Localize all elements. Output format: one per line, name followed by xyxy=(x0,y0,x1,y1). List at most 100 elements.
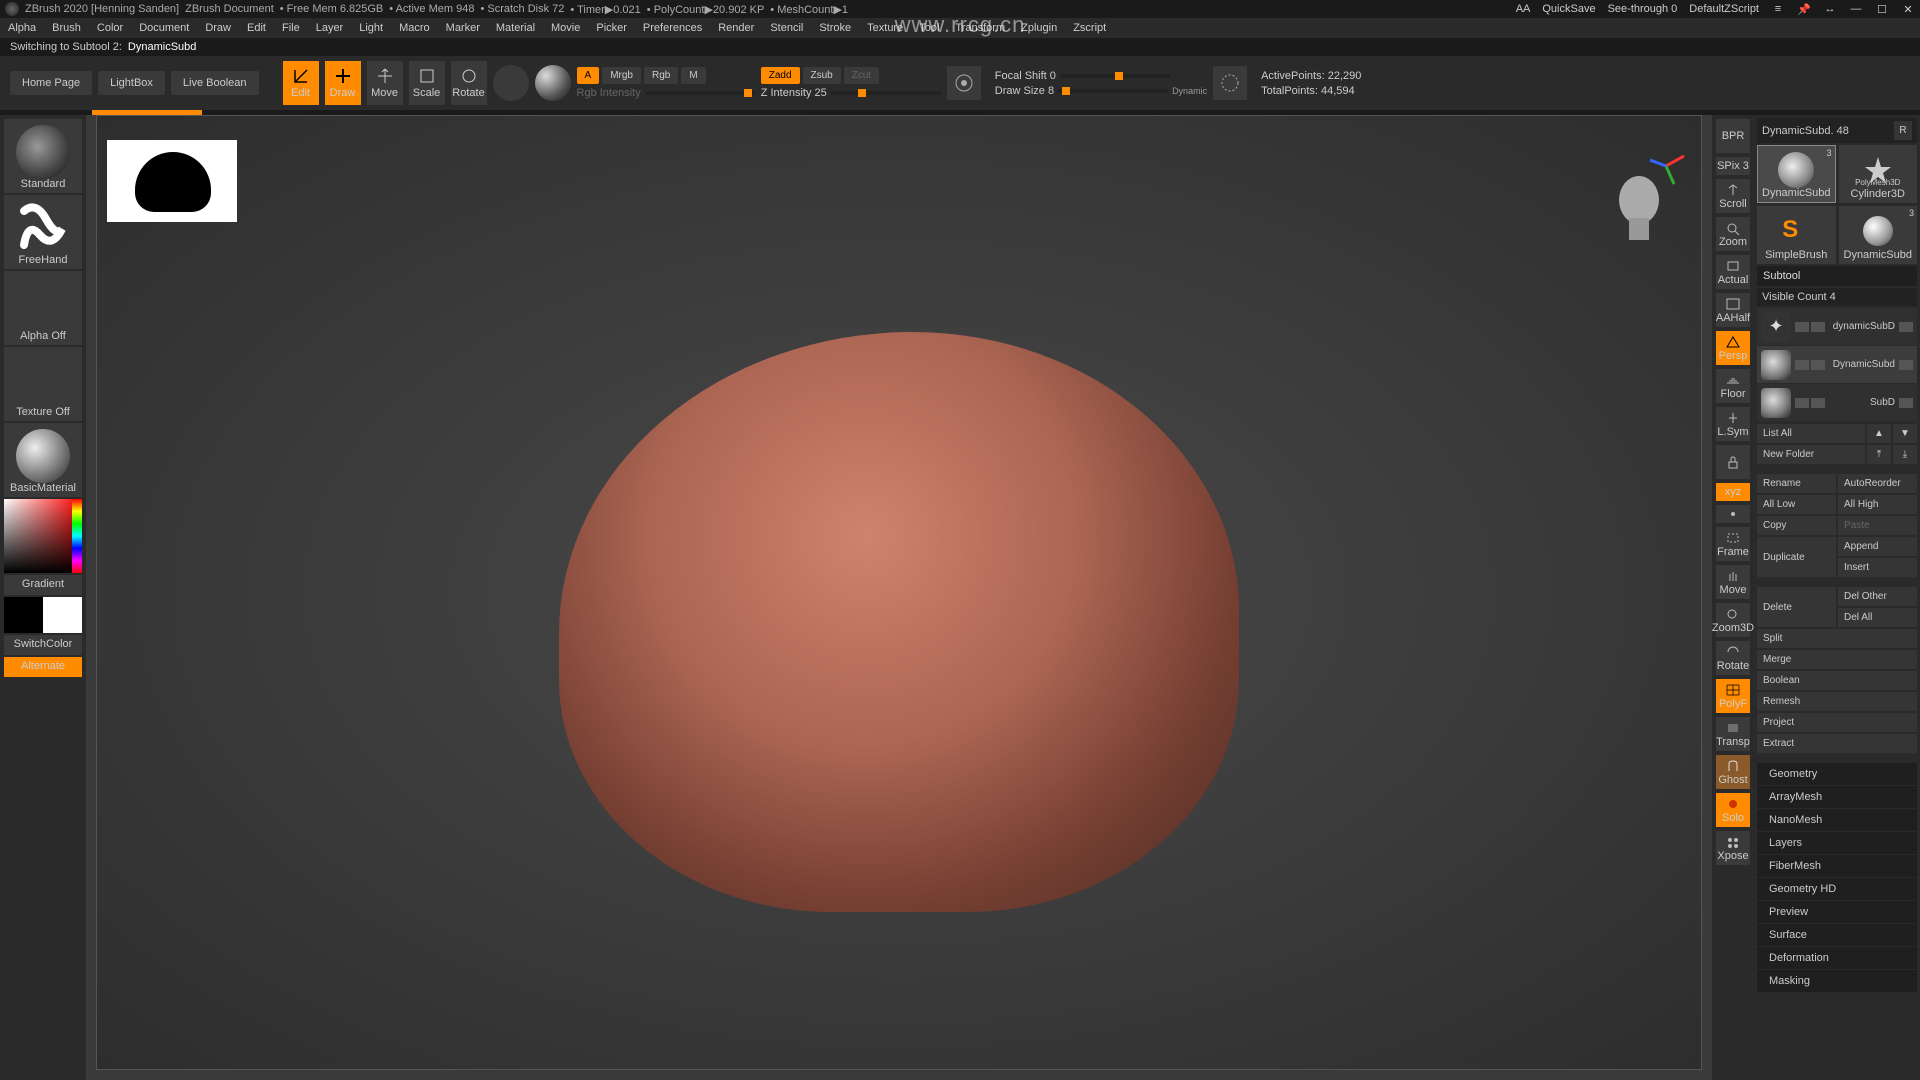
menu-file[interactable]: File xyxy=(282,22,300,34)
sec-deformation[interactable]: Deformation xyxy=(1757,947,1917,970)
newfolder-button[interactable]: New Folder xyxy=(1757,445,1865,464)
paint-icon[interactable] xyxy=(1795,322,1809,332)
rgb-chip[interactable]: Rgb xyxy=(644,67,678,84)
eye-icon[interactable] xyxy=(1899,360,1913,370)
sec-geometry[interactable]: Geometry xyxy=(1757,763,1917,786)
live-boolean-button[interactable]: Live Boolean xyxy=(171,71,259,95)
subtool-row-0[interactable]: ✦ dynamicSubD xyxy=(1757,308,1917,345)
duplicate-button[interactable]: Duplicate xyxy=(1757,537,1836,577)
rename-button[interactable]: Rename xyxy=(1757,474,1836,493)
menu-zscript[interactable]: Zscript xyxy=(1073,22,1106,34)
move-mode-button[interactable]: Move xyxy=(367,61,403,105)
pin-icon[interactable]: 📌 xyxy=(1797,2,1811,16)
sec-nanomesh[interactable]: NanoMesh xyxy=(1757,809,1917,832)
sec-arraymesh[interactable]: ArrayMesh xyxy=(1757,786,1917,809)
sec-masking[interactable]: Masking xyxy=(1757,970,1917,993)
subtool-row-2[interactable]: SubD xyxy=(1757,384,1917,421)
mrgb-chip[interactable]: Mrgb xyxy=(602,67,641,84)
zoom3d-button[interactable]: Zoom3D xyxy=(1716,603,1750,637)
merge-button[interactable]: Merge xyxy=(1757,650,1917,669)
swatch-white[interactable] xyxy=(43,597,82,633)
append-button[interactable]: Append xyxy=(1838,537,1917,556)
menu-stencil[interactable]: Stencil xyxy=(770,22,803,34)
menu-material[interactable]: Material xyxy=(496,22,535,34)
menu-movie[interactable]: Movie xyxy=(551,22,580,34)
z-intensity-slider[interactable] xyxy=(831,91,941,95)
home-page-button[interactable]: Home Page xyxy=(10,71,92,95)
a-chip[interactable]: A xyxy=(577,67,600,84)
menu-tool[interactable]: Tool xyxy=(919,22,939,34)
sec-preview[interactable]: Preview xyxy=(1757,901,1917,924)
draw-size-slider[interactable] xyxy=(1058,89,1168,93)
mesh-icon[interactable] xyxy=(1811,398,1825,408)
color-swatches[interactable] xyxy=(4,597,82,633)
brush-settings-button[interactable] xyxy=(947,66,981,100)
maximize-icon[interactable]: ☐ xyxy=(1875,2,1889,16)
menu-transform[interactable]: Transform xyxy=(955,22,1005,34)
quicksave-button[interactable]: QuickSave xyxy=(1542,3,1595,15)
gradient-button[interactable]: Gradient xyxy=(4,575,82,595)
lock-button[interactable] xyxy=(1716,445,1750,479)
move-up-all-icon[interactable]: ⤒ xyxy=(1867,445,1891,464)
paint-icon[interactable] xyxy=(1795,398,1809,408)
autoreorder-button[interactable]: AutoReorder xyxy=(1838,474,1917,493)
viewport[interactable] xyxy=(96,115,1702,1070)
m-chip[interactable]: M xyxy=(681,67,705,84)
split-button[interactable]: Split xyxy=(1757,629,1917,648)
extract-button[interactable]: Extract xyxy=(1757,734,1917,753)
texture-slot[interactable]: Texture Off xyxy=(4,347,82,421)
menu-preferences[interactable]: Preferences xyxy=(643,22,702,34)
menu-texture[interactable]: Texture xyxy=(867,22,903,34)
menu-brush[interactable]: Brush xyxy=(52,22,81,34)
solo-button[interactable]: Solo xyxy=(1716,793,1750,827)
alternate-button[interactable]: Alternate xyxy=(4,657,82,677)
move-down-all-icon[interactable]: ⤓ xyxy=(1893,445,1917,464)
mesh-display[interactable] xyxy=(559,332,1239,912)
default-zscript[interactable]: DefaultZScript xyxy=(1689,3,1759,15)
sec-fibermesh[interactable]: FiberMesh xyxy=(1757,855,1917,878)
actual-button[interactable]: Actual xyxy=(1716,255,1750,289)
dynamic-brush-button[interactable] xyxy=(1213,66,1247,100)
lsym-button[interactable]: L.Sym xyxy=(1716,407,1750,441)
zoom-button[interactable]: Zoom xyxy=(1716,217,1750,251)
color-picker[interactable] xyxy=(4,499,82,573)
remesh-button[interactable]: Remesh xyxy=(1757,692,1917,711)
tool-r-button[interactable]: R xyxy=(1894,121,1912,140)
subtool-row-1[interactable]: DynamicSubd xyxy=(1757,346,1917,383)
center-button[interactable] xyxy=(1716,505,1750,523)
switch-color-button[interactable]: SwitchColor xyxy=(4,635,82,655)
tool-cell-1[interactable]: Cylinder3D PolyMesh3D xyxy=(1839,145,1918,203)
paint-icon[interactable] xyxy=(1795,360,1809,370)
focal-shift-slider[interactable] xyxy=(1060,74,1170,78)
shrink-icon[interactable]: ↔ xyxy=(1823,2,1837,16)
rotate3d-button[interactable]: Rotate xyxy=(1716,641,1750,675)
camera-nav-head[interactable] xyxy=(1605,170,1673,244)
allhigh-button[interactable]: All High xyxy=(1838,495,1917,514)
mesh-icon[interactable] xyxy=(1811,360,1825,370)
tool-cell-0[interactable]: 3DynamicSubd xyxy=(1757,145,1836,203)
menu-edit[interactable]: Edit xyxy=(247,22,266,34)
menu-layer[interactable]: Layer xyxy=(316,22,344,34)
sec-geometryhd[interactable]: Geometry HD xyxy=(1757,878,1917,901)
menu-color[interactable]: Color xyxy=(97,22,123,34)
menu-macro[interactable]: Macro xyxy=(399,22,430,34)
eye-icon[interactable] xyxy=(1899,322,1913,332)
draw-mode-button[interactable]: Draw xyxy=(325,61,361,105)
gizmo-button[interactable] xyxy=(493,65,529,101)
delother-button[interactable]: Del Other xyxy=(1838,587,1917,606)
xpose-button[interactable]: Xpose xyxy=(1716,831,1750,865)
menu-render[interactable]: Render xyxy=(718,22,754,34)
lightbox-button[interactable]: LightBox xyxy=(98,71,165,95)
zadd-chip[interactable]: Zadd xyxy=(761,67,800,84)
rotate-mode-button[interactable]: Rotate xyxy=(451,61,487,105)
menu-draw[interactable]: Draw xyxy=(205,22,231,34)
zcut-chip[interactable]: Zcut xyxy=(844,67,879,84)
menu-light[interactable]: Light xyxy=(359,22,383,34)
menu-stroke[interactable]: Stroke xyxy=(819,22,851,34)
menu-picker[interactable]: Picker xyxy=(596,22,627,34)
copy-button[interactable]: Copy xyxy=(1757,516,1836,535)
tool-cell-2[interactable]: SSimpleBrush xyxy=(1757,206,1836,264)
hue-slider[interactable] xyxy=(72,499,82,573)
insert-button[interactable]: Insert xyxy=(1838,558,1917,577)
zsub-chip[interactable]: Zsub xyxy=(803,67,841,84)
